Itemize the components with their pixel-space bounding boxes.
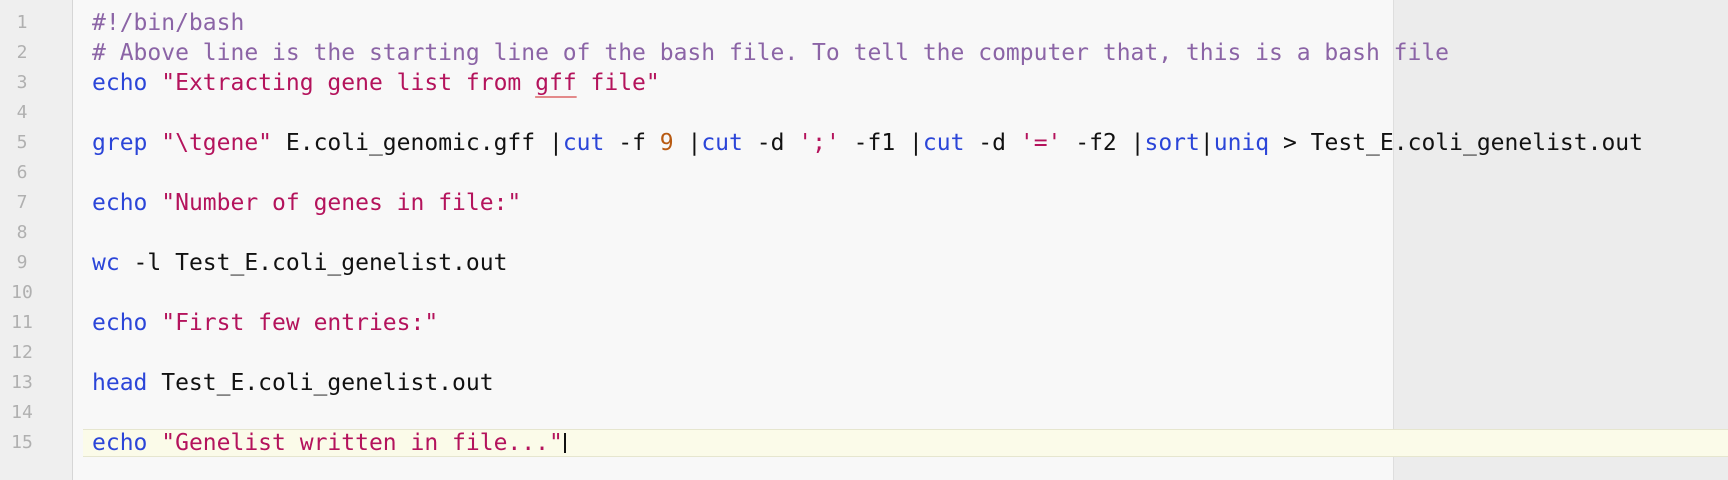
line-number: 13 xyxy=(11,372,33,393)
code-token-plain: -f2 | xyxy=(1061,130,1145,156)
code-line[interactable]: 6 xyxy=(0,158,1728,188)
code-token-str: ';' xyxy=(798,130,840,156)
code-token-plain: -d xyxy=(964,130,1020,156)
code-token-str: "Number of genes in file:" xyxy=(161,190,522,216)
code-text[interactable]: echo "First few entries:" xyxy=(92,308,438,338)
code-token-kw: echo xyxy=(92,310,148,336)
code-text[interactable]: echo "Extracting gene list from gff file… xyxy=(92,68,660,98)
code-token-kw: echo xyxy=(92,70,148,96)
line-number: 11 xyxy=(11,312,33,333)
code-token-num: 9 xyxy=(659,130,674,156)
code-line[interactable]: 1 #!/bin/bash xyxy=(0,8,1728,38)
line-number: 8 xyxy=(16,222,28,243)
line-number: 6 xyxy=(16,162,28,183)
line-number: 14 xyxy=(11,402,33,423)
line-number: 1 xyxy=(16,12,28,33)
line-number: 10 xyxy=(11,282,33,303)
code-token-kw: grep xyxy=(92,130,148,156)
code-token-comment: # Above line is the starting line of the… xyxy=(92,40,1450,66)
code-token-plain: -f1 | xyxy=(839,130,923,156)
code-line[interactable]: 14 xyxy=(0,398,1728,428)
code-token-plain: -d xyxy=(742,130,799,156)
code-token-kw: uniq xyxy=(1213,130,1270,156)
code-text[interactable]: grep "\tgene" E.coli_genomic.gff |cut -f… xyxy=(92,128,1643,158)
code-token-plain: E.coli_genomic.gff | xyxy=(272,130,563,156)
code-token-plain: -l Test_E.coli_genelist.out xyxy=(119,250,508,276)
code-token-kw: cut xyxy=(922,130,965,156)
code-token-plain: Test_E.coli_genelist.out xyxy=(147,370,494,396)
code-line[interactable]: 15 echo "Genelist written in file..." xyxy=(0,428,1728,458)
code-text[interactable]: head Test_E.coli_genelist.out xyxy=(92,368,494,398)
code-token-kw: echo xyxy=(92,190,148,216)
text-cursor xyxy=(563,433,566,453)
code-line[interactable]: 2 # Above line is the starting line of th… xyxy=(0,38,1728,68)
code-token-kw: cut xyxy=(562,130,605,156)
line-number: 4 xyxy=(16,102,28,123)
code-token-str: '=' xyxy=(1019,130,1062,156)
code-token-kw: sort xyxy=(1144,130,1200,156)
code-line[interactable]: 3 echo "Extracting gene list from gff fil… xyxy=(0,68,1728,98)
code-line[interactable]: 7 echo "Number of genes in file:" xyxy=(0,188,1728,218)
line-number: 2 xyxy=(16,42,28,63)
code-token-str: "\tgene" xyxy=(161,130,273,156)
code-text[interactable]: wc -l Test_E.coli_genelist.out xyxy=(92,248,507,278)
code-token-plain: | xyxy=(673,130,702,156)
code-token-str: "First few entries:" xyxy=(161,310,439,336)
code-token-kw: echo xyxy=(92,430,148,456)
code-line[interactable]: 11 echo "First few entries:" xyxy=(0,308,1728,338)
code-token-str: file" xyxy=(576,70,660,96)
line-number: 7 xyxy=(16,192,28,213)
code-token-str: "Extracting gene list from xyxy=(161,70,536,96)
code-token-kw: cut xyxy=(701,130,743,156)
line-number: 12 xyxy=(11,342,33,363)
code-line[interactable]: 5 grep "\tgene" E.coli_genomic.gff |cut -… xyxy=(0,128,1728,158)
code-token-comment: #!/bin/bash xyxy=(92,10,245,36)
code-line[interactable]: 9 wc -l Test_E.coli_genelist.out xyxy=(0,248,1728,278)
code-token-plain: > Test_E.coli_genelist.out xyxy=(1269,130,1643,156)
code-line[interactable]: 13 head Test_E.coli_genelist.out xyxy=(0,368,1728,398)
code-editor[interactable]: 1 #!/bin/bash 2 # Above line is the startin… xyxy=(0,0,1728,480)
code-token-kw: head xyxy=(92,370,148,396)
code-text[interactable]: echo "Number of genes in file:" xyxy=(92,188,521,218)
code-line[interactable]: 10 xyxy=(0,278,1728,308)
code-token-str: "Genelist written in file..." xyxy=(161,430,563,456)
line-number: 15 xyxy=(11,432,33,453)
code-line[interactable]: 12 xyxy=(0,338,1728,368)
code-token-kw: wc xyxy=(92,250,120,276)
code-text[interactable]: #!/bin/bash xyxy=(92,8,244,38)
line-number: 9 xyxy=(16,252,28,273)
line-number: 3 xyxy=(16,72,28,93)
line-number: 5 xyxy=(16,132,28,153)
code-text[interactable]: # Above line is the starting line of the… xyxy=(92,38,1449,68)
code-line[interactable]: 4 xyxy=(0,98,1728,128)
code-token-plain: | xyxy=(1199,130,1214,156)
code-text[interactable]: echo "Genelist written in file..." xyxy=(92,428,566,458)
code-line[interactable]: 8 xyxy=(0,218,1728,248)
code-token-spell: gff xyxy=(535,70,577,96)
code-token-plain: -f xyxy=(604,130,660,156)
